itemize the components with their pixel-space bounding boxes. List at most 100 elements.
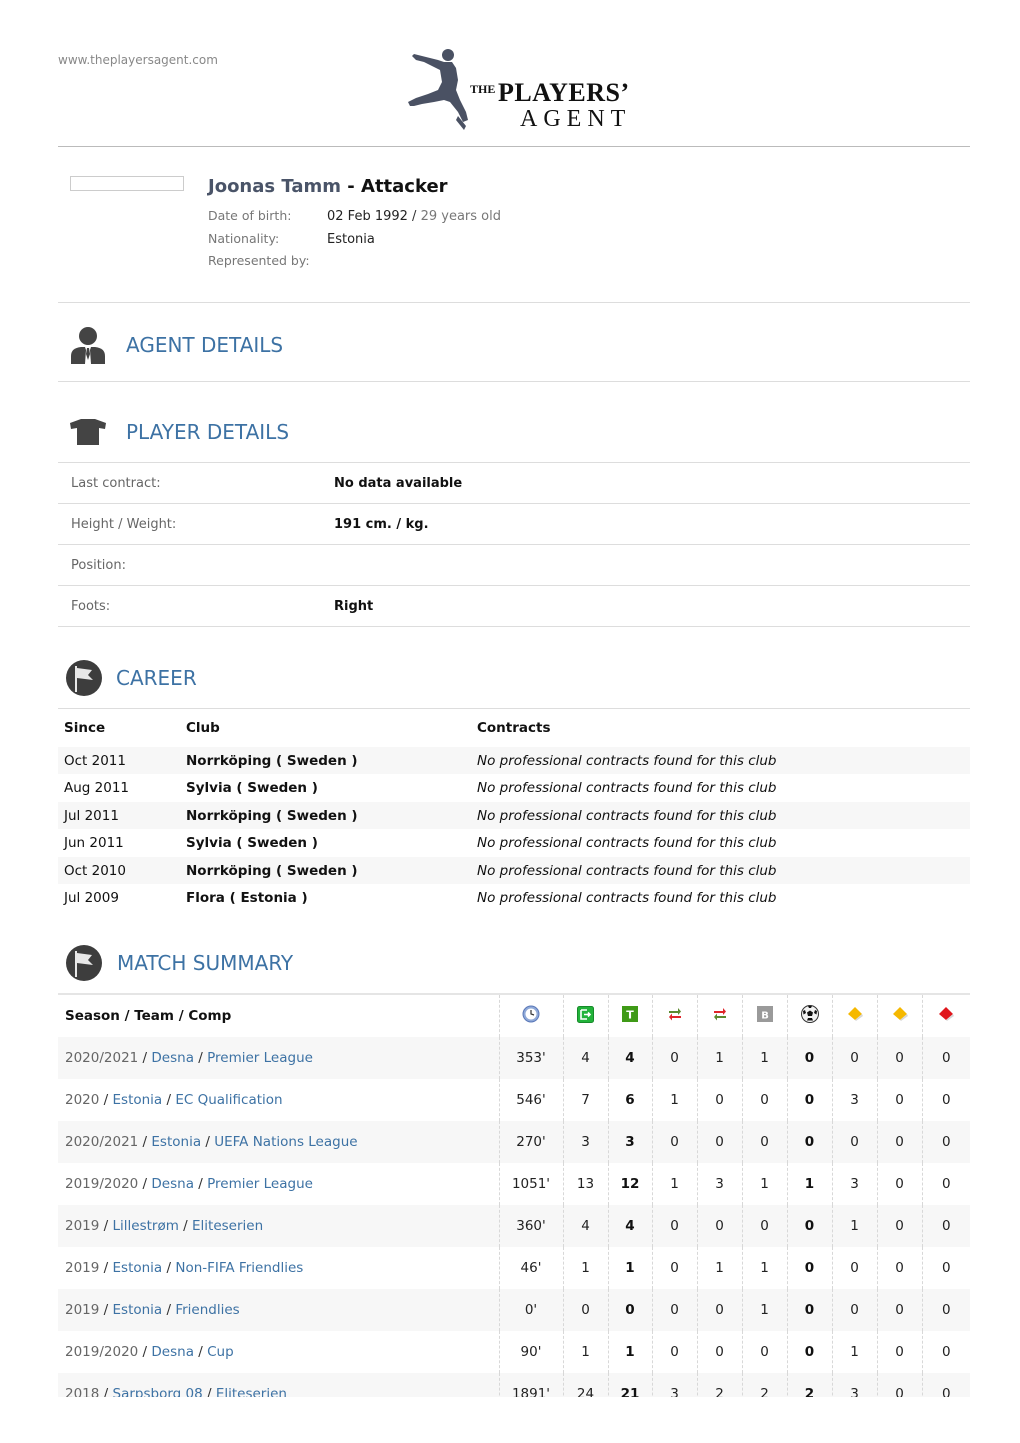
team-link[interactable]: Estonia [113, 1260, 163, 1276]
competition-link[interactable]: UEFA Nations League [214, 1134, 357, 1150]
career-club: Flora ( Estonia ) [186, 890, 308, 906]
stat-ball: 0 [786, 1289, 832, 1331]
career-row: Jul 2009 Flora ( Estonia ) No professional… [58, 884, 970, 911]
career-since: Jun 2011 [64, 835, 124, 852]
stat-clock: 360' [498, 1205, 563, 1247]
stat-red-card: 0 [921, 1037, 970, 1079]
player-details-header: PLAYER DETAILS [66, 410, 289, 454]
stat-yellow-card: 0 [831, 1037, 877, 1079]
stat-clock: 270' [498, 1121, 563, 1163]
season: 2020/2021 [65, 1134, 139, 1150]
total-icon: T [622, 1006, 638, 1026]
dob-separator: / [407, 209, 421, 224]
stat-clock: 1051' [498, 1163, 563, 1205]
stat-total: 3 [607, 1121, 652, 1163]
stat-ball: 0 [786, 1037, 832, 1079]
player-role: - Attacker [347, 176, 448, 197]
stat-second-yellow: 0 [876, 1205, 922, 1247]
match-row: 2020 / Estonia / EC Qualification 546' 7 6 1… [58, 1079, 970, 1121]
stat-yellow-card: 0 [831, 1247, 877, 1289]
detail-label: Foots: [58, 586, 322, 626]
stat-lineup: 4 [562, 1037, 608, 1079]
player-photo [70, 176, 184, 191]
col-appearances [562, 995, 608, 1037]
career-row: Oct 2011 Norrköping ( Sweden ) No professi… [58, 747, 970, 774]
stat-second-yellow: 0 [876, 1373, 922, 1397]
team-link[interactable]: Estonia [151, 1134, 201, 1150]
team-link[interactable]: Estonia [113, 1092, 163, 1108]
match-summary-body: 2020/2021 / Desna / Premier League 353' 4 4… [58, 1037, 970, 1397]
stat-bench: 0 [741, 1121, 787, 1163]
career-contracts: No professional contracts found for this… [477, 890, 777, 906]
stat-lineup: 1 [562, 1331, 608, 1373]
competition-link[interactable]: EC Qualification [175, 1092, 282, 1108]
match-row: 2018 / Sarpsborg 08 / Eliteserien 1891' 24… [58, 1373, 970, 1397]
season: 2019 [65, 1218, 100, 1234]
separator: / [99, 1302, 113, 1318]
career-contracts: No professional contracts found for this… [477, 807, 777, 824]
stat-sub-out: 0 [696, 1205, 742, 1247]
competition-link[interactable]: Eliteserien [192, 1218, 263, 1234]
stat-sub-in: 0 [651, 1247, 697, 1289]
team-link[interactable]: Lillestrøm [113, 1218, 179, 1234]
stat-second-yellow: 0 [876, 1121, 922, 1163]
svg-text:B: B [761, 1011, 769, 1022]
competition-link[interactable]: Friendlies [175, 1302, 239, 1318]
stat-ball: 0 [786, 1331, 832, 1373]
divider [58, 302, 970, 303]
stat-yellow-card: 3 [831, 1373, 877, 1397]
sub-in-icon [668, 1006, 682, 1026]
career-club: Norrköping ( Sweden ) [186, 862, 358, 879]
stat-yellow-card: 0 [831, 1121, 877, 1163]
stat-second-yellow: 0 [876, 1079, 922, 1121]
site-url[interactable]: www.theplayersagent.com [58, 53, 218, 67]
team-link[interactable]: Sarpsborg 08 [113, 1386, 203, 1397]
team-link[interactable]: Desna [151, 1050, 194, 1066]
team-link[interactable]: Estonia [113, 1302, 163, 1318]
nationality-link[interactable]: Estonia [327, 232, 375, 247]
col-bench: B [741, 995, 787, 1037]
stat-lineup: 13 [562, 1163, 608, 1205]
team-link[interactable]: Desna [151, 1344, 194, 1360]
match-summary-title: MATCH SUMMARY [117, 951, 294, 975]
col-goals [786, 995, 832, 1037]
stat-sub-out: 2 [696, 1373, 742, 1397]
season-team-comp: 2020/2021 / Desna / Premier League [58, 1037, 499, 1079]
stat-yellow-card: 3 [831, 1079, 877, 1121]
competition-link[interactable]: Premier League [207, 1176, 313, 1192]
season: 2020 [65, 1092, 100, 1108]
stat-ball: 0 [786, 1205, 832, 1247]
stat-total: 1 [607, 1247, 652, 1289]
detail-row-foots: Foots: Right [58, 586, 970, 627]
stat-sub-in: 1 [651, 1079, 697, 1121]
stat-red-card: 0 [921, 1121, 970, 1163]
person-icon [66, 323, 110, 367]
stat-bench: 0 [741, 1331, 787, 1373]
player-name: Joonas Tamm [208, 176, 341, 197]
competition-link[interactable]: Premier League [207, 1050, 313, 1066]
competition-link[interactable]: Cup [207, 1344, 234, 1360]
stat-sub-out: 0 [696, 1079, 742, 1121]
divider [58, 708, 970, 709]
season-team-comp: 2019/2020 / Desna / Premier League [58, 1163, 499, 1205]
competition-link[interactable]: Non-FIFA Friendlies [175, 1260, 303, 1276]
lineup-icon [577, 1005, 594, 1027]
stat-bench: 1 [741, 1163, 787, 1205]
competition-link[interactable]: Eliteserien [216, 1386, 287, 1397]
career-row: Oct 2010 Norrköping ( Sweden ) No professi… [58, 856, 970, 884]
season: 2019/2020 [65, 1176, 139, 1192]
team-link[interactable]: Desna [151, 1176, 194, 1192]
career-contracts: No professional contracts found for this… [477, 835, 777, 852]
season: 2019 [65, 1302, 100, 1318]
stat-ball: 0 [786, 1121, 832, 1163]
col-contracts: Contracts [477, 720, 551, 736]
stat-sub-in: 3 [651, 1373, 697, 1397]
stat-lineup: 24 [562, 1373, 608, 1397]
career-row: Jul 2011 Norrköping ( Sweden ) No professi… [58, 801, 970, 829]
stat-sub-in: 0 [651, 1121, 697, 1163]
col-second-yellow [876, 995, 922, 1037]
season-team-comp: 2019 / Estonia / Non-FIFA Friendlies [58, 1247, 499, 1289]
career-since: Jul 2009 [64, 890, 119, 906]
stat-sub-out: 3 [696, 1163, 742, 1205]
career-title: CAREER [116, 666, 197, 690]
